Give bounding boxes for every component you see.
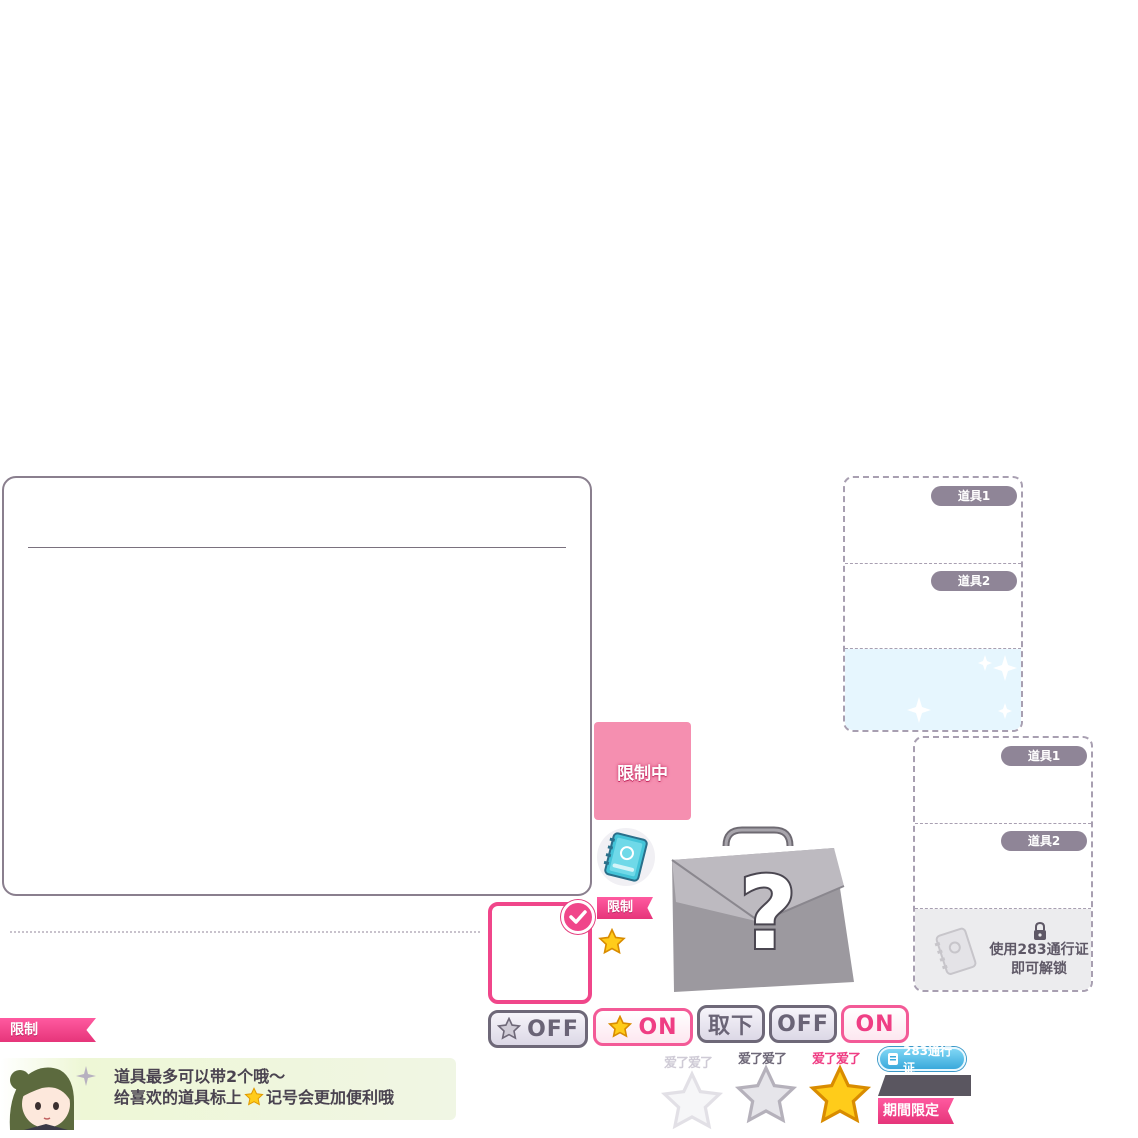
favorite-off-button[interactable]: OFF bbox=[488, 1010, 588, 1048]
star-filled-icon[interactable] bbox=[808, 1064, 872, 1128]
star-empty-faded-icon[interactable] bbox=[660, 1070, 724, 1134]
sparkle-icon bbox=[907, 655, 1017, 723]
favorite-off-label: OFF bbox=[527, 1016, 579, 1042]
remove-label: 取下 bbox=[707, 1014, 754, 1039]
hint-line-1: 道具最多可以带2个哦～ bbox=[114, 1067, 286, 1086]
star-icon bbox=[244, 1087, 264, 1106]
limit-tile[interactable]: 限制中 bbox=[594, 722, 691, 820]
limit-tile-label: 限制中 bbox=[617, 763, 668, 784]
off-label: OFF bbox=[777, 1011, 829, 1037]
hint-text: 道具最多可以带2个哦～ 给喜欢的道具标上 记号会更加便利哦 bbox=[114, 1066, 454, 1108]
on-button[interactable]: ON bbox=[841, 1005, 909, 1043]
equip-slot-2-label: 道具2 bbox=[931, 571, 1017, 591]
character-avatar-icon bbox=[9, 1066, 96, 1130]
locked-slot[interactable]: 使用283通行证 即可解锁 bbox=[915, 909, 1091, 990]
equip-slot-1-label: 道具1 bbox=[1001, 746, 1087, 766]
period-limited-ribbon: 期間限定 bbox=[878, 1098, 954, 1124]
empty-slot-sparkle[interactable] bbox=[845, 649, 1021, 730]
pass-icon bbox=[887, 1053, 898, 1065]
limit-ribbon: 限制 bbox=[0, 1018, 96, 1042]
hint-line-2: 给喜欢的道具标上 记号会更加便利哦 bbox=[114, 1087, 454, 1108]
equip-slot-1-label: 道具1 bbox=[931, 486, 1017, 506]
equip-panel-a: 道具1 道具2 bbox=[843, 476, 1023, 732]
hint-line-2-post: 记号会更加便利哦 bbox=[266, 1088, 395, 1107]
remove-button[interactable]: 取下 bbox=[697, 1005, 765, 1043]
unlock-hint-line-2: 即可解锁 bbox=[1011, 961, 1067, 977]
favorite-on-button[interactable]: ON bbox=[593, 1008, 693, 1046]
check-badge bbox=[561, 900, 595, 934]
off-button[interactable]: OFF bbox=[769, 1005, 837, 1043]
equip-panel-b: 道具1 道具2 使用283通行证 即可解锁 bbox=[913, 736, 1093, 992]
dark-bar bbox=[878, 1075, 971, 1096]
pass-badge-label: 283通行证 bbox=[902, 1044, 953, 1075]
favorite-star-icon bbox=[598, 928, 626, 955]
affection-label-1: 爱了爱了 bbox=[664, 1056, 713, 1071]
limit-ribbon-small: 限制 bbox=[597, 897, 653, 919]
lock-icon bbox=[1034, 921, 1046, 940]
equip-divider bbox=[845, 563, 1021, 564]
equip-slot-2-label: 道具2 bbox=[1001, 831, 1087, 851]
star-empty-icon[interactable] bbox=[734, 1064, 798, 1128]
on-label: ON bbox=[855, 1011, 895, 1037]
notebook-item-icon[interactable] bbox=[595, 826, 657, 888]
check-icon bbox=[569, 910, 587, 924]
panel-divider bbox=[28, 547, 566, 548]
unlock-hint: 使用283通行证 即可解锁 bbox=[987, 941, 1091, 979]
mystery-bag-icon: ? bbox=[671, 826, 854, 992]
notebook-locked-icon bbox=[934, 927, 977, 975]
star-outline-icon bbox=[497, 1017, 522, 1040]
pass-badge: 283通行证 bbox=[878, 1044, 966, 1075]
svg-text:?: ? bbox=[739, 855, 797, 972]
equip-divider bbox=[915, 823, 1091, 824]
hint-line-2-pre: 给喜欢的道具标上 bbox=[114, 1088, 243, 1107]
favorite-on-label: ON bbox=[638, 1014, 678, 1040]
star-icon bbox=[608, 1015, 633, 1038]
unlock-hint-line-1: 使用283通行证 bbox=[989, 942, 1089, 958]
main-panel bbox=[2, 476, 592, 896]
dotted-divider bbox=[10, 931, 480, 933]
